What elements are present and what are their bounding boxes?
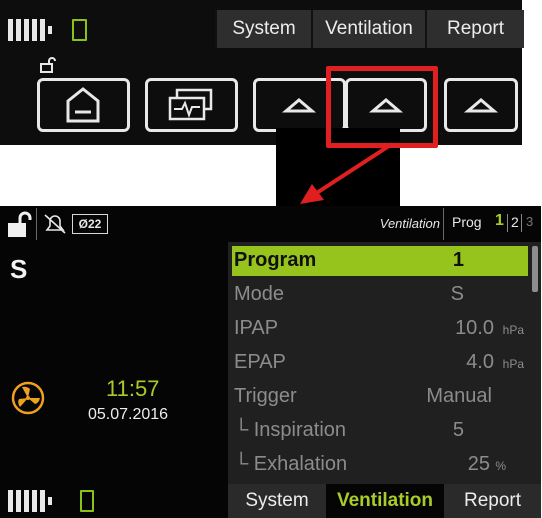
setting-label: └ Inspiration xyxy=(234,419,347,441)
sd-card-icon xyxy=(72,19,87,41)
setting-row-inspiration[interactable]: └ Inspiration 5 xyxy=(232,416,528,446)
setting-value: 1 xyxy=(452,249,464,271)
device-screen: Ø22 Ventilation Prog 1 2 3 S 11:57 05.07… xyxy=(0,206,541,518)
prog-page-1[interactable]: 1 xyxy=(495,212,504,230)
setting-value: 5 xyxy=(452,419,464,441)
settings-list[interactable]: Program 1 Mode S IPAP 10.0 hPa EPAP 4.0 … xyxy=(228,242,541,484)
tab-system[interactable]: System xyxy=(215,10,311,48)
top-status-bar: System Ventilation Report xyxy=(0,10,524,48)
tab-ventilation[interactable]: Ventilation xyxy=(311,10,425,48)
tab-report[interactable]: Report xyxy=(425,10,524,48)
tab-system[interactable]: System xyxy=(228,484,326,518)
button-bar-detail: System Ventilation Report xyxy=(0,0,524,145)
setting-unit: hPa xyxy=(502,323,524,337)
unlock-icon xyxy=(40,57,56,73)
setting-value: 4.0 xyxy=(466,351,494,373)
setting-label: IPAP xyxy=(234,317,279,339)
scrollbar[interactable] xyxy=(532,246,538,292)
setting-value: 10.0 xyxy=(455,317,494,339)
setting-row-trigger[interactable]: Trigger Manual xyxy=(232,382,528,412)
setting-label: EPAP xyxy=(234,351,286,373)
setting-value: 25 xyxy=(467,453,490,475)
prog-page-2[interactable]: 2 xyxy=(511,214,519,230)
screen-header: Ø22 Ventilation Prog 1 2 3 xyxy=(0,206,541,242)
highlight-frame xyxy=(326,66,438,148)
mode-letter: S xyxy=(10,254,28,284)
home-icon xyxy=(66,87,100,123)
prog-page-3[interactable]: 3 xyxy=(526,214,533,229)
alarm-muted-icon xyxy=(44,214,66,234)
up-button-3[interactable] xyxy=(444,78,518,132)
clock-date: 05.07.2016 xyxy=(88,406,169,423)
battery-icon xyxy=(8,19,58,41)
monitor-curve-icon xyxy=(168,88,213,121)
tab-ventilation[interactable]: Ventilation xyxy=(328,484,442,518)
setting-row-mode[interactable]: Mode S xyxy=(232,280,528,310)
setting-unit: % xyxy=(495,459,506,473)
clock-time: 11:57 xyxy=(106,376,160,401)
setting-label: Program xyxy=(234,249,317,271)
setting-unit: hPa xyxy=(502,357,524,371)
setting-label: └ Exhalation xyxy=(234,453,348,475)
ventilation-fan-icon xyxy=(11,381,45,415)
status-pane: S 11:57 05.07.2016 xyxy=(0,242,228,484)
unlock-icon xyxy=(8,211,32,237)
triangle-up-icon xyxy=(463,98,499,113)
home-button[interactable] xyxy=(37,78,130,132)
setting-value: S xyxy=(450,283,464,305)
battery-icon xyxy=(8,490,58,512)
setting-label: Trigger xyxy=(234,385,297,407)
prog-label: Prog xyxy=(452,214,482,230)
setting-value: Manual xyxy=(426,385,492,407)
pointer-arrow-icon xyxy=(300,142,394,204)
setting-row-ipap[interactable]: IPAP 10.0 hPa xyxy=(232,314,528,344)
setting-row-epap[interactable]: EPAP 4.0 hPa xyxy=(232,348,528,378)
setting-row-exhalation[interactable]: └ Exhalation 25 % xyxy=(232,450,528,480)
alarm-counter: Ø22 xyxy=(72,214,108,234)
current-mode-label: Ventilation xyxy=(379,216,440,231)
sd-card-icon xyxy=(80,490,94,512)
screen-footer: System Ventilation Report xyxy=(0,484,541,518)
monitor-button[interactable] xyxy=(145,78,238,132)
setting-row-program[interactable]: Program 1 xyxy=(232,246,528,276)
tab-report[interactable]: Report xyxy=(444,484,541,518)
setting-label: Mode xyxy=(234,283,285,305)
